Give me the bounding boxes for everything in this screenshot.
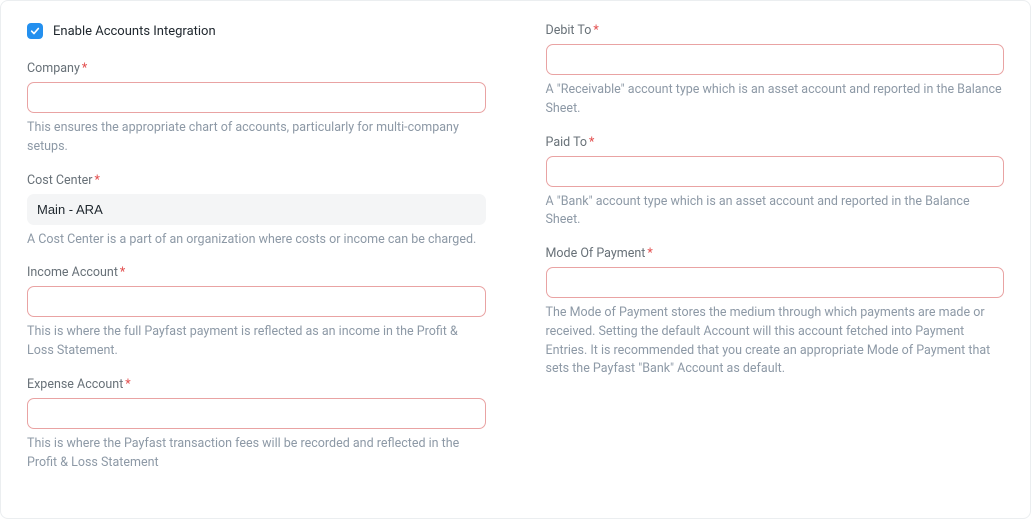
paid-to-input[interactable]: [546, 156, 1005, 187]
enable-accounts-label: Enable Accounts Integration: [53, 24, 216, 39]
right-column: Debit To* A "Receivable" account type wh…: [546, 23, 1005, 498]
income-account-input[interactable]: [27, 286, 486, 317]
required-mark: *: [120, 265, 125, 280]
cost-center-label: Cost Center*: [27, 173, 486, 188]
required-mark: *: [125, 377, 130, 392]
accounts-integration-panel: Enable Accounts Integration Company* Thi…: [0, 0, 1031, 519]
required-mark: *: [593, 23, 598, 38]
mode-of-payment-help: The Mode of Payment stores the medium th…: [546, 304, 1005, 379]
income-account-label: Income Account*: [27, 265, 486, 280]
left-column: Enable Accounts Integration Company* Thi…: [27, 23, 486, 498]
debit-to-label: Debit To*: [546, 23, 1005, 38]
enable-accounts-row: Enable Accounts Integration: [27, 23, 486, 39]
expense-account-help: This is where the Payfast transaction fe…: [27, 435, 486, 473]
company-help: This ensures the appropriate chart of ac…: [27, 119, 486, 157]
paid-to-field: Paid To* A "Bank" account type which is …: [546, 135, 1005, 231]
expense-account-field: Expense Account* This is where the Payfa…: [27, 377, 486, 473]
cost-center-input[interactable]: [27, 194, 486, 225]
debit-to-input[interactable]: [546, 44, 1005, 75]
required-mark: *: [589, 135, 594, 150]
debit-to-help: A "Receivable" account type which is an …: [546, 81, 1005, 119]
paid-to-help: A "Bank" account type which is an asset …: [546, 193, 1005, 231]
income-account-field: Income Account* This is where the full P…: [27, 265, 486, 361]
mode-of-payment-input[interactable]: [546, 267, 1005, 298]
required-mark: *: [95, 173, 100, 188]
debit-to-field: Debit To* A "Receivable" account type wh…: [546, 23, 1005, 119]
cost-center-field: Cost Center* A Cost Center is a part of …: [27, 173, 486, 250]
cost-center-help: A Cost Center is a part of an organizati…: [27, 231, 486, 250]
income-account-help: This is where the full Payfast payment i…: [27, 323, 486, 361]
paid-to-label: Paid To*: [546, 135, 1005, 150]
mode-of-payment-field: Mode Of Payment* The Mode of Payment sto…: [546, 246, 1005, 379]
required-mark: *: [647, 246, 652, 261]
required-mark: *: [82, 61, 87, 76]
company-label: Company*: [27, 61, 486, 76]
expense-account-input[interactable]: [27, 398, 486, 429]
expense-account-label: Expense Account*: [27, 377, 486, 392]
check-icon: [30, 26, 40, 36]
company-input[interactable]: [27, 82, 486, 113]
company-field: Company* This ensures the appropriate ch…: [27, 61, 486, 157]
enable-accounts-checkbox[interactable]: [27, 23, 43, 39]
mode-of-payment-label: Mode Of Payment*: [546, 246, 1005, 261]
